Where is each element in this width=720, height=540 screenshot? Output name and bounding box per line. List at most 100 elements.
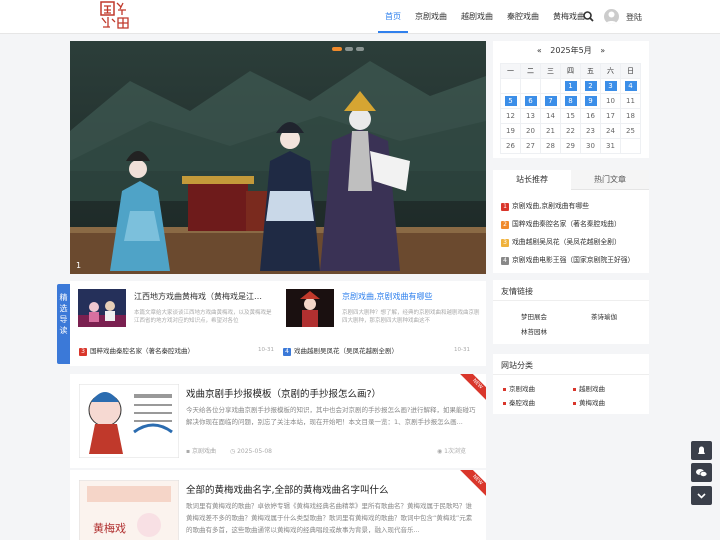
weekday-header: 日 <box>620 63 641 79</box>
category-link[interactable]: 秦腔戏曲 <box>503 397 535 407</box>
wechat-button[interactable] <box>691 463 712 482</box>
post-date: 2025-05-08 <box>237 448 272 455</box>
nav-jingju[interactable]: 京剧戏曲 <box>408 0 454 33</box>
post-card[interactable]: 黄梅戏 全部的黄梅戏曲名字,全部的黄梅戏曲名字叫什么 歌词里有黄梅戏的歌曲？卓依… <box>70 470 486 540</box>
friend-links-title: 友情链接 <box>501 287 533 296</box>
calendar-day: 12 <box>500 108 521 124</box>
post-title[interactable]: 戏曲京剧手抄报模板（京剧的手抄报怎么画?） <box>186 386 381 400</box>
categories-title: 网站分类 <box>501 361 533 370</box>
friend-link[interactable]: 梦田展会 <box>521 311 547 321</box>
friend-link[interactable]: 茶诗瑜伽 <box>591 311 617 321</box>
calendar-day: 29 <box>560 138 581 154</box>
guide-item-excerpt: 本篇文章给大家谈谈江西地方戏曲黄梅戏，以及黄梅戏是江西省的地方戏对应的知识点，希… <box>134 310 272 324</box>
nav-home[interactable]: 首页 <box>378 0 408 33</box>
calendar-day[interactable]: 1 <box>560 78 581 94</box>
calendar-day[interactable]: 9 <box>580 93 601 109</box>
search-icon[interactable] <box>583 11 594 24</box>
calendar-day: 18 <box>620 108 641 124</box>
calendar-day <box>620 138 641 154</box>
nav-yueju[interactable]: 越剧戏曲 <box>454 0 500 33</box>
calendar-day: 13 <box>520 108 541 124</box>
category-link[interactable]: 京剧戏曲 <box>503 383 535 393</box>
post-category[interactable]: 京剧戏曲 <box>192 448 216 455</box>
calendar-day: 23 <box>580 123 601 139</box>
rank-badge: 4 <box>501 257 509 265</box>
post-title[interactable]: 全部的黄梅戏曲名字,全部的黄梅戏曲名字叫什么 <box>186 482 389 496</box>
eye-icon: ◉ <box>437 448 443 455</box>
slider-dots[interactable] <box>332 47 364 51</box>
calendar-day: 22 <box>560 123 581 139</box>
calendar-widget: « 2025年5月 » 一二三四五六日 1 2 3 4 5 6 7 8 9 10 11 12 13 14 15… <box>493 41 649 158</box>
calendar-day: 30 <box>580 138 601 154</box>
guide-item[interactable]: 京剧戏曲,京剧戏曲有哪些 京剧四大剧种？想了解，经典的京剧戏曲和越剧戏曲京剧四大… <box>278 289 480 329</box>
recommend-widget: 站长推荐 热门文章 1 京剧戏曲,京剧戏曲有哪些 2 国粹戏曲秦腔名家（著名秦腔戏曲… <box>493 170 649 273</box>
categories-widget: 网站分类 京剧戏曲 越剧戏曲 秦腔戏曲 黄梅戏曲 <box>493 354 649 414</box>
calendar-day <box>540 78 561 94</box>
calendar-day[interactable]: 8 <box>560 93 581 109</box>
recommend-item[interactable]: 3 戏曲越剧吴凤花（吴凤花越剧全剧） <box>501 236 621 247</box>
weekday-header: 五 <box>580 63 601 79</box>
calendar-day[interactable]: 2 <box>580 78 601 94</box>
calendar-day[interactable]: 4 <box>620 78 641 94</box>
calendar-day <box>520 78 541 94</box>
hero-slider[interactable]: 1 <box>70 41 486 274</box>
post-excerpt: 歌词里有黄梅戏的歌曲？卓依婷专辑《黄梅戏经典名曲精萃》里所有歌曲名？黄梅戏属于民… <box>186 502 473 534</box>
slide-number: 1 <box>76 261 82 270</box>
post-card[interactable]: 戏曲京剧手抄报模板（京剧的手抄报怎么画?） 今天给各位分享戏曲京剧手抄报模板的知… <box>70 374 486 468</box>
nav-qinqiang[interactable]: 秦腔戏曲 <box>500 0 546 33</box>
calendar-day <box>500 78 521 94</box>
calendar-day[interactable]: 7 <box>540 93 561 109</box>
folder-icon: ▪ <box>186 448 191 455</box>
guide-link[interactable]: 4 戏曲越剧吴凤花（吴凤花越剧全剧） <box>283 345 398 356</box>
recommend-item[interactable]: 4 京剧戏曲电影王强（国家京剧院王好强） <box>501 254 634 265</box>
recommend-item[interactable]: 1 京剧戏曲,京剧戏曲有哪些 <box>501 200 589 211</box>
site-logo[interactable] <box>98 0 132 32</box>
calendar-day[interactable]: 3 <box>600 78 621 94</box>
svg-text:黄梅戏: 黄梅戏 <box>93 521 126 535</box>
guide-item[interactable]: 江西地方戏曲黄梅戏（黄梅戏是江… 本篇文章给大家谈谈江西地方戏曲黄梅戏，以及黄梅… <box>70 289 272 329</box>
category-link[interactable]: 越剧戏曲 <box>573 383 605 393</box>
guide-item-title[interactable]: 京剧戏曲,京剧戏曲有哪些 <box>342 291 472 302</box>
calendar-day[interactable]: 5 <box>500 93 521 109</box>
login-link[interactable]: 登陆 <box>626 12 642 23</box>
guide-link[interactable]: 3 国粹戏曲秦腔名家（著名秦腔戏曲） <box>79 345 194 356</box>
guide-link-date: 10-31 <box>258 347 274 353</box>
calendar-day: 16 <box>580 108 601 124</box>
top-navbar: 首页 京剧戏曲 越剧戏曲 秦腔戏曲 黄梅戏曲 登陆 <box>0 0 720 34</box>
scroll-down-button[interactable] <box>691 486 712 505</box>
calendar-prev[interactable]: « <box>537 46 542 55</box>
guide-link-text[interactable]: 戏曲越剧吴凤花（吴凤花越剧全剧） <box>294 347 398 355</box>
notification-button[interactable] <box>691 441 712 460</box>
calendar-header: « 2025年5月 » <box>493 45 649 56</box>
post-views: ◉ 1次浏览 <box>437 448 466 455</box>
recommend-tabs: 站长推荐 热门文章 <box>493 170 649 190</box>
clock-icon: ◷ <box>229 448 236 455</box>
bell-icon <box>698 446 705 454</box>
new-ribbon: NEW <box>458 374 486 403</box>
rank-badge: 2 <box>501 221 509 229</box>
tab-hot[interactable]: 热门文章 <box>571 170 649 190</box>
friend-link[interactable]: 林苔园林 <box>521 326 547 336</box>
weekday-header: 一 <box>500 63 521 79</box>
calendar-day: 20 <box>520 123 541 139</box>
calendar-next[interactable]: » <box>600 46 605 55</box>
calendar-day: 31 <box>600 138 621 154</box>
category-link[interactable]: 黄梅戏曲 <box>573 397 605 407</box>
guide-item-title[interactable]: 江西地方戏曲黄梅戏（黄梅戏是江… <box>134 291 264 302</box>
calendar-day: 24 <box>600 123 621 139</box>
calendar-day: 17 <box>600 108 621 124</box>
user-avatar-icon[interactable] <box>604 9 619 24</box>
guide-thumb <box>286 289 334 327</box>
guide-box: 江西地方戏曲黄梅戏（黄梅戏是江… 本篇文章给大家谈谈江西地方戏曲黄梅戏，以及黄梅… <box>70 281 486 366</box>
rank-badge: 3 <box>79 348 87 356</box>
guide-thumb <box>78 289 126 327</box>
chevron-down-icon <box>697 493 706 499</box>
recommend-item[interactable]: 2 国粹戏曲秦腔名家（著名秦腔戏曲） <box>501 218 621 229</box>
calendar-day[interactable]: 6 <box>520 93 541 109</box>
calendar-day: 10 <box>600 93 621 109</box>
calendar-day: 27 <box>520 138 541 154</box>
guide-link-text[interactable]: 国粹戏曲秦腔名家（著名秦腔戏曲） <box>90 347 194 355</box>
calendar-table: 一二三四五六日 1 2 3 4 5 6 7 8 9 10 11 12 13 14 15 16 17 18 19 20 21… <box>500 63 641 154</box>
tab-recommend[interactable]: 站长推荐 <box>493 170 571 190</box>
calendar-day: 21 <box>540 123 561 139</box>
